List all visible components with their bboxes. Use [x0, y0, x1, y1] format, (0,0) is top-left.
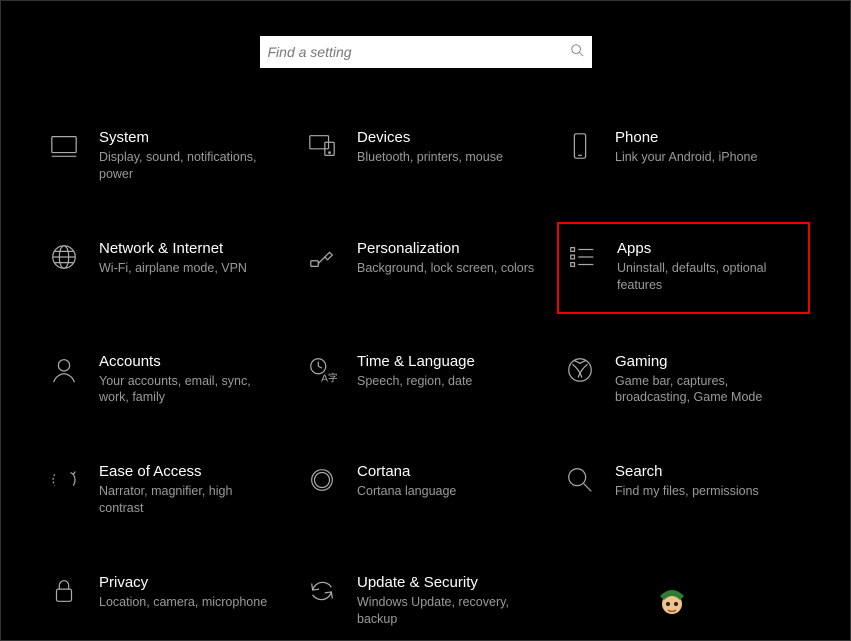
tile-system[interactable]: System Display, sound, notifications, po… [41, 123, 294, 189]
devices-icon [305, 129, 339, 163]
search-category-icon [563, 463, 597, 497]
search-icon [570, 43, 584, 62]
tile-devices[interactable]: Devices Bluetooth, printers, mouse [299, 123, 552, 189]
tile-title: Accounts [99, 353, 280, 370]
ease-icon [47, 463, 81, 497]
tile-title: Personalization [357, 240, 538, 257]
tile-title: Time & Language [357, 353, 538, 370]
cortana-icon [305, 463, 339, 497]
tile-desc: Wi-Fi, airplane mode, VPN [99, 260, 280, 277]
search-area [1, 1, 850, 68]
tile-desc: Find my files, permissions [615, 483, 796, 500]
tile-title: Cortana [357, 463, 538, 480]
tile-update[interactable]: Update & Security Windows Update, recove… [299, 568, 552, 634]
tile-desc: Windows Update, recovery, backup [357, 594, 538, 628]
tile-cortana[interactable]: Cortana Cortana language [299, 457, 552, 523]
tile-desc: Your accounts, email, sync, work, family [99, 373, 280, 407]
svg-text:A字: A字 [321, 371, 337, 384]
tile-ease-of-access[interactable]: Ease of Access Narrator, magnifier, high… [41, 457, 294, 523]
tile-desc: Game bar, captures, broadcasting, Game M… [615, 373, 796, 407]
tile-title: Gaming [615, 353, 796, 370]
tile-title: Ease of Access [99, 463, 280, 480]
globe-icon [47, 240, 81, 274]
tile-desc: Display, sound, notifications, power [99, 149, 280, 183]
tile-title: Search [615, 463, 796, 480]
tile-desc: Narrator, magnifier, high contrast [99, 483, 280, 517]
tile-apps[interactable]: Apps Uninstall, defaults, optional featu… [557, 222, 810, 314]
time-language-icon: A字 [305, 353, 339, 387]
lock-icon [47, 574, 81, 608]
xbox-icon [563, 353, 597, 387]
tile-title: System [99, 129, 280, 146]
search-input[interactable] [268, 44, 570, 60]
tile-search[interactable]: Search Find my files, permissions [557, 457, 810, 523]
tile-title: Network & Internet [99, 240, 280, 257]
tile-title: Update & Security [357, 574, 538, 591]
tile-title: Apps [617, 240, 794, 257]
search-box[interactable] [260, 36, 592, 68]
tile-time[interactable]: A字 Time & Language Speech, region, date [299, 347, 552, 413]
tile-desc: Link your Android, iPhone [615, 149, 796, 166]
system-icon [47, 129, 81, 163]
tile-desc: Speech, region, date [357, 373, 538, 390]
tile-phone[interactable]: Phone Link your Android, iPhone [557, 123, 810, 189]
tile-desc: Bluetooth, printers, mouse [357, 149, 538, 166]
accounts-icon [47, 353, 81, 387]
update-icon [305, 574, 339, 608]
settings-grid: System Display, sound, notifications, po… [1, 123, 850, 634]
apps-icon [565, 240, 599, 274]
tile-title: Privacy [99, 574, 280, 591]
tile-personalization[interactable]: Personalization Background, lock screen,… [299, 234, 552, 302]
tile-desc: Uninstall, defaults, optional features [617, 260, 794, 294]
tile-title: Devices [357, 129, 538, 146]
tile-gaming[interactable]: Gaming Game bar, captures, broadcasting,… [557, 347, 810, 413]
tile-network[interactable]: Network & Internet Wi-Fi, airplane mode,… [41, 234, 294, 302]
tile-privacy[interactable]: Privacy Location, camera, microphone [41, 568, 294, 634]
tile-title: Phone [615, 129, 796, 146]
paint-icon [305, 240, 339, 274]
tile-desc: Cortana language [357, 483, 538, 500]
helper-avatar [654, 582, 690, 618]
tile-accounts[interactable]: Accounts Your accounts, email, sync, wor… [41, 347, 294, 413]
tile-desc: Location, camera, microphone [99, 594, 280, 611]
phone-icon [563, 129, 597, 163]
tile-desc: Background, lock screen, colors [357, 260, 538, 277]
